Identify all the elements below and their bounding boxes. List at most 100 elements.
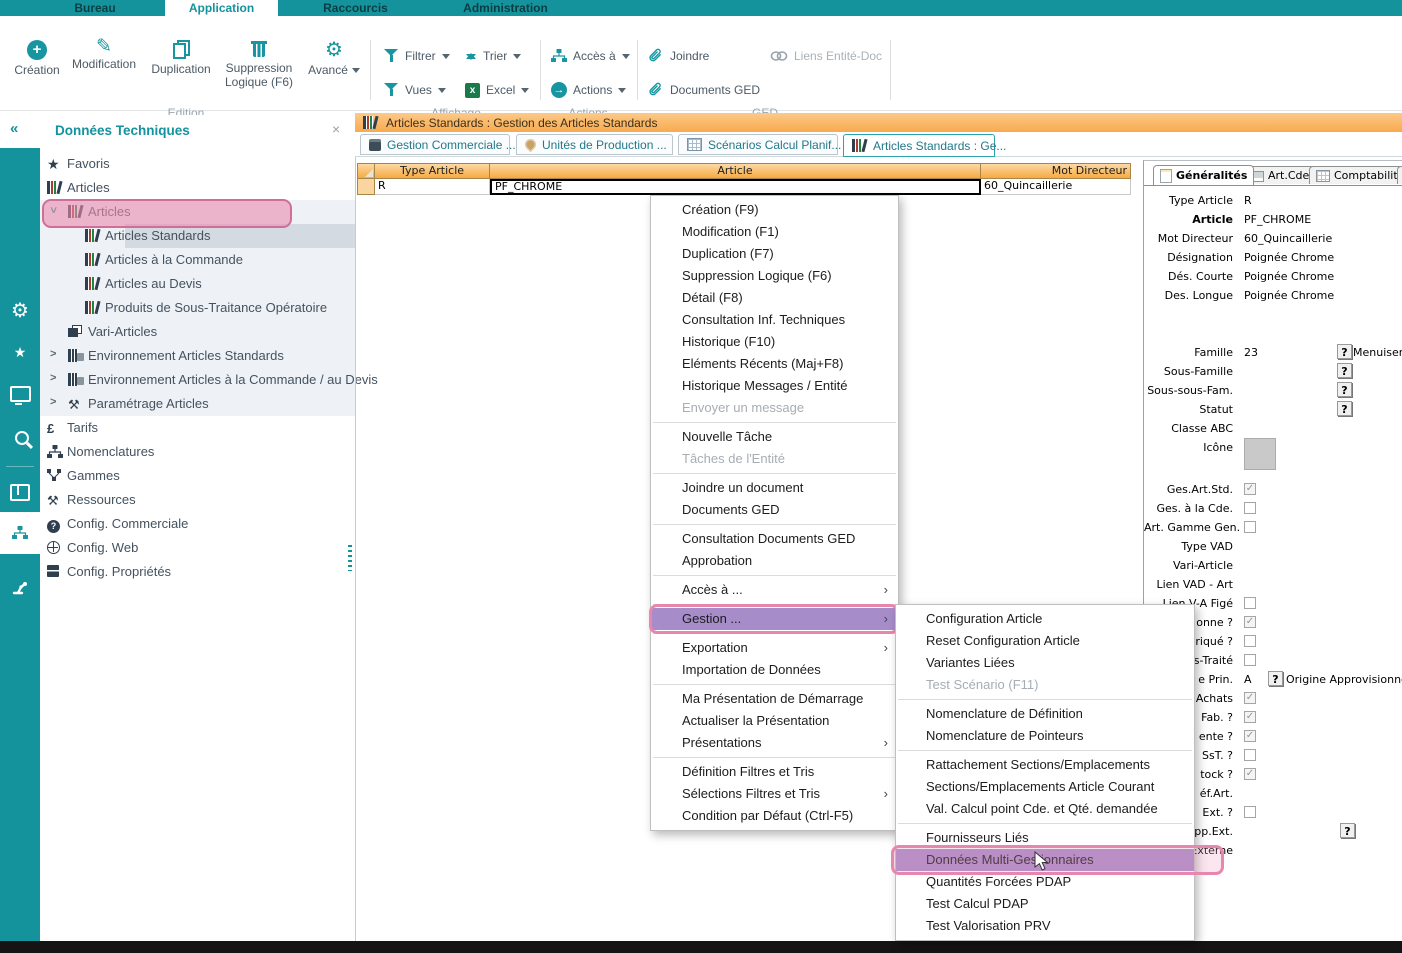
menu-item-d-finition-filtres-et-tris[interactable]: Définition Filtres et Tris xyxy=(651,761,898,783)
menu-item-nomenclature-de-pointeurs[interactable]: Nomenclature de Pointeurs xyxy=(896,725,1194,747)
tree-item-param-trage-articles[interactable]: >Paramétrage Articles xyxy=(40,392,355,416)
checkbox-unchecked[interactable] xyxy=(1244,654,1256,666)
checkbox-unchecked[interactable] xyxy=(1244,806,1256,818)
acces-a-button[interactable]: Accès à xyxy=(551,46,630,66)
suppression-logique-button[interactable]: Suppression Logique (F6) xyxy=(218,40,300,89)
top-tab-raccourcis[interactable]: Raccourcis xyxy=(278,0,433,16)
panel-tab-comptabilit[interactable]: Comptabilité xyxy=(1309,166,1402,184)
documents-ged-button[interactable]: Documents GED xyxy=(648,80,760,100)
icon-preview-box[interactable] xyxy=(1244,438,1276,470)
splitter-handle[interactable] xyxy=(348,545,352,571)
doc-tab-sc-narios-calcul-planif[interactable]: Scénarios Calcul Planif... xyxy=(678,134,838,155)
cell-type-article[interactable]: R xyxy=(375,179,490,195)
creation-button[interactable]: Création xyxy=(8,40,66,77)
panel-tab-g-n-ralit-s[interactable]: Généralités xyxy=(1153,165,1254,185)
tree-item-favoris[interactable]: Favoris xyxy=(40,152,355,176)
menu-item-consultation-documents-ged[interactable]: Consultation Documents GED xyxy=(651,528,898,550)
collapse-sidebar-button[interactable]: « xyxy=(10,120,18,137)
menu-item-test-valorisation-prv[interactable]: Test Valorisation PRV xyxy=(896,915,1194,937)
checkbox-unchecked[interactable] xyxy=(1244,521,1256,533)
menu-item-quantit-s-forc-es-pdap[interactable]: Quantités Forcées PDAP xyxy=(896,871,1194,893)
help-button[interactable]: ? xyxy=(1337,401,1352,416)
checkbox-checked[interactable] xyxy=(1244,692,1256,704)
tree-item-produits-de-sous-traitance-op-ratoire[interactable]: Produits de Sous-Traitance Opératoire xyxy=(40,296,355,320)
chevron-right-icon[interactable]: > xyxy=(50,348,56,360)
menu-item-configuration-article[interactable]: Configuration Article xyxy=(896,608,1194,630)
menu-item-pr-sentations[interactable]: Présentations› xyxy=(651,732,898,754)
joindre-button[interactable]: Joindre xyxy=(648,46,709,66)
menu-item-ma-pr-sentation-de-d-marrage[interactable]: Ma Présentation de Démarrage xyxy=(651,688,898,710)
filtrer-button[interactable]: Filtrer xyxy=(383,46,450,66)
top-tab-bureau[interactable]: Bureau xyxy=(25,0,165,16)
trier-button[interactable]: Trier xyxy=(465,46,521,66)
rail-star[interactable] xyxy=(0,333,40,371)
tree-item-articles-au-devis[interactable]: Articles au Devis xyxy=(40,272,355,296)
menu-item-nomenclature-de-d-finition[interactable]: Nomenclature de Définition xyxy=(896,703,1194,725)
tree-item-vari-articles[interactable]: Vari-Articles xyxy=(40,320,355,344)
tree-item-config-web[interactable]: Config. Web xyxy=(40,536,355,560)
menu-item-donn-es-multi-gestionnaires[interactable]: Données Multi-Gestionnaires xyxy=(896,849,1194,871)
checkbox-unchecked[interactable] xyxy=(1244,635,1256,647)
modification-button[interactable]: Modification xyxy=(66,40,142,71)
menu-item-test-calcul-pdap[interactable]: Test Calcul PDAP xyxy=(896,893,1194,915)
tree-item-ressources[interactable]: Ressources xyxy=(40,488,355,512)
checkbox-checked[interactable] xyxy=(1244,768,1256,780)
rail-monitor[interactable] xyxy=(0,377,40,415)
menu-item-val-calcul-point-cde-et-qt-demand-e[interactable]: Val. Calcul point Cde. et Qté. demandée xyxy=(896,798,1194,820)
tree-item-config-commerciale[interactable]: Config. Commerciale xyxy=(40,512,355,536)
rail-wheel[interactable] xyxy=(0,292,40,330)
table-header-type-article[interactable]: Type Article xyxy=(375,163,490,179)
help-button[interactable]: ? xyxy=(1337,363,1352,378)
menu-item-fournisseurs-li-s[interactable]: Fournisseurs Liés xyxy=(896,827,1194,849)
table-header-article[interactable]: Article xyxy=(490,163,981,179)
menu-item-exportation[interactable]: Exportation› xyxy=(651,637,898,659)
checkbox-checked[interactable] xyxy=(1244,616,1256,628)
menu-item-cr-ation-f9[interactable]: Création (F9) xyxy=(651,199,898,221)
top-tab-administration[interactable]: Administration xyxy=(433,0,578,16)
tree-item-config-propri-t-s[interactable]: Config. Propriétés xyxy=(40,560,355,584)
menu-item-documents-ged[interactable]: Documents GED xyxy=(651,499,898,521)
menu-item-rattachement-sections-emplacements[interactable]: Rattachement Sections/Emplacements xyxy=(896,754,1194,776)
excel-button[interactable]: Excel xyxy=(465,80,529,100)
menu-item-nouvelle-t-che[interactable]: Nouvelle Tâche xyxy=(651,426,898,448)
cell-article-selected[interactable]: PF_CHROME xyxy=(490,179,981,195)
tree-item-tarifs[interactable]: Tarifs xyxy=(40,416,355,440)
chevron-right-icon[interactable]: > xyxy=(50,372,56,384)
table-header-selector[interactable] xyxy=(357,163,375,179)
rail-robot[interactable] xyxy=(0,568,40,606)
menu-item-gestion[interactable]: Gestion ...› xyxy=(651,608,898,630)
tree-item-nomenclatures[interactable]: Nomenclatures xyxy=(40,440,355,464)
menu-item-approbation[interactable]: Approbation xyxy=(651,550,898,572)
menu-item-acc-s[interactable]: Accès à ...› xyxy=(651,579,898,601)
tree-item-environnement-articles-la-commande-au-devis[interactable]: >Environnement Articles à la Commande / … xyxy=(40,368,355,392)
tree-item-environnement-articles-standards[interactable]: >Environnement Articles Standards xyxy=(40,344,355,368)
menu-item-reset-configuration-article[interactable]: Reset Configuration Article xyxy=(896,630,1194,652)
panel-tab-partial[interactable] xyxy=(1397,166,1402,184)
menu-item-actualiser-la-pr-sentation[interactable]: Actualiser la Présentation xyxy=(651,710,898,732)
tree-item-articles-la-commande[interactable]: Articles à la Commande xyxy=(40,248,355,272)
menu-item-historique-f10[interactable]: Historique (F10) xyxy=(651,331,898,353)
menu-item-importation-de-donn-es[interactable]: Importation de Données xyxy=(651,659,898,681)
doc-tab-articles-standards-ge[interactable]: Articles Standards : Ge... xyxy=(843,134,995,157)
duplication-button[interactable]: Duplication xyxy=(144,40,218,76)
help-button[interactable]: ? xyxy=(1268,671,1283,686)
doc-tab-gestion-commerciale[interactable]: Gestion Commerciale ... xyxy=(360,134,510,155)
checkbox-checked[interactable] xyxy=(1244,730,1256,742)
menu-item-joindre-un-document[interactable]: Joindre un document xyxy=(651,477,898,499)
help-button[interactable]: ? xyxy=(1337,344,1352,359)
tree-item-articles[interactable]: Articles xyxy=(40,176,355,200)
menu-item-el-ments-r-cents-maj-f8[interactable]: Eléments Récents (Maj+F8) xyxy=(651,353,898,375)
menu-item-historique-messages-entit[interactable]: Historique Messages / Entité xyxy=(651,375,898,397)
tree-item-gammes[interactable]: Gammes xyxy=(40,464,355,488)
checkbox-checked[interactable] xyxy=(1244,711,1256,723)
table-header-mot-directeur[interactable]: Mot Directeur xyxy=(981,163,1131,179)
menu-item-modification-f1[interactable]: Modification (F1) xyxy=(651,221,898,243)
rail-search[interactable] xyxy=(0,420,40,458)
checkbox-checked[interactable] xyxy=(1244,483,1256,495)
menu-item-suppression-logique-f6[interactable]: Suppression Logique (F6) xyxy=(651,265,898,287)
menu-item-duplication-f7[interactable]: Duplication (F7) xyxy=(651,243,898,265)
help-button[interactable]: ? xyxy=(1337,382,1352,397)
rail-columns[interactable] xyxy=(0,473,40,511)
checkbox-unchecked[interactable] xyxy=(1244,749,1256,761)
doc-tab-unit-s-de-production[interactable]: Unités de Production ... xyxy=(516,134,673,155)
